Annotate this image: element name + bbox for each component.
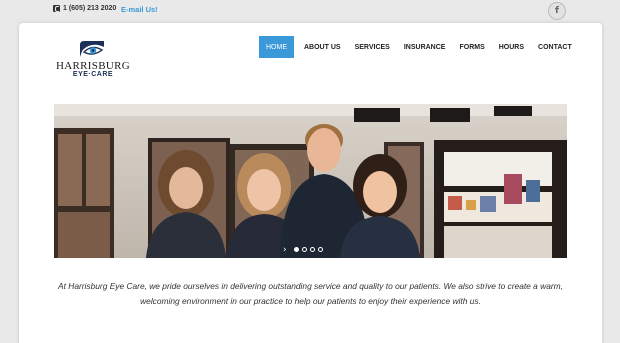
nav-services[interactable]: SERVICES — [348, 36, 397, 58]
nav-home[interactable]: HOME — [259, 36, 294, 58]
site-logo[interactable]: HARRISBURG EYE·CARE — [53, 37, 133, 81]
hero-slider: › — [54, 104, 567, 258]
top-bar: 1 (605) 213 2020 E-mail Us! f — [0, 0, 620, 22]
slider-dot[interactable] — [318, 247, 323, 252]
email-us-link[interactable]: E-mail Us! — [121, 5, 158, 14]
slider-dot[interactable] — [310, 247, 315, 252]
nav-forms[interactable]: FORMS — [452, 36, 491, 58]
eye-logo-icon — [80, 41, 104, 57]
phone-number: 1 (605) 213 2020 — [63, 5, 117, 12]
slider-dot[interactable] — [302, 247, 307, 252]
intro-text: At Harrisburg Eye Care, we pride ourselv… — [58, 281, 563, 306]
slider-dot[interactable] — [294, 247, 299, 252]
phone-contact: 1 (605) 213 2020 — [53, 5, 116, 12]
nav-about-us[interactable]: ABOUT US — [297, 36, 348, 58]
nav-hours[interactable]: HOURS — [492, 36, 531, 58]
slider-next-arrow[interactable]: › — [283, 245, 287, 255]
staff-photo — [54, 104, 567, 258]
phone-icon — [53, 5, 60, 12]
facebook-icon: f — [555, 6, 559, 16]
nav-contact[interactable]: CONTACT — [531, 36, 579, 58]
nav-insurance[interactable]: INSURANCE — [397, 36, 453, 58]
page-card: HARRISBURG EYE·CARE HOME ABOUT US SERVIC… — [19, 23, 602, 343]
main-nav: HOME ABOUT US SERVICES INSURANCE FORMS H… — [259, 36, 579, 58]
facebook-button[interactable]: f — [548, 2, 566, 20]
logo-subtitle: EYE·CARE — [72, 71, 114, 78]
slider-dots — [294, 247, 323, 252]
